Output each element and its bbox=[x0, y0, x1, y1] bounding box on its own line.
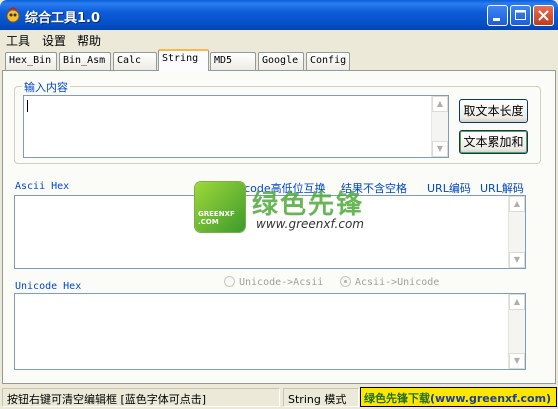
text-sum-button[interactable]: 文本累加和 bbox=[459, 130, 528, 154]
menu-bar: 工具 设置 帮助 bbox=[0, 30, 558, 48]
menu-settings[interactable]: 设置 bbox=[42, 32, 66, 49]
watermark-title: 绿色先锋 bbox=[252, 190, 365, 220]
window-title: 综合工具1.0 bbox=[25, 11, 101, 26]
input-scrollbar[interactable]: ▲ ▼ bbox=[431, 96, 448, 157]
unicode-scrollbar[interactable]: ▲ ▼ bbox=[508, 294, 525, 369]
unicode-hex-textarea[interactable]: ▲ ▼ bbox=[14, 293, 526, 370]
maximize-button[interactable] bbox=[510, 5, 531, 26]
tab-bin-asm[interactable]: Bin_Asm bbox=[59, 52, 111, 70]
tab-string[interactable]: String bbox=[158, 49, 209, 71]
scroll-up-icon[interactable]: ▲ bbox=[509, 294, 525, 310]
close-button[interactable] bbox=[533, 5, 554, 26]
menu-tools[interactable]: 工具 bbox=[6, 32, 30, 49]
scroll-down-icon[interactable]: ▼ bbox=[509, 353, 525, 369]
scroll-up-icon[interactable]: ▲ bbox=[509, 196, 525, 212]
scroll-down-icon[interactable]: ▼ bbox=[432, 141, 448, 157]
tab-hex-bin[interactable]: Hex_Bin bbox=[5, 52, 57, 70]
text-length-button[interactable]: 取文本长度 bbox=[459, 99, 528, 123]
watermark-url: www.greenxf.com bbox=[256, 217, 364, 231]
radio-unicode-to-ascii[interactable]: Unicode->Acsii bbox=[224, 276, 323, 288]
status-brand[interactable]: 绿色先锋下载(www.greenxf.com) bbox=[360, 387, 557, 407]
text-caret bbox=[27, 100, 28, 112]
logo-text: GREENXF bbox=[198, 210, 235, 218]
tab-google[interactable]: Google bbox=[258, 52, 304, 70]
ascii-scrollbar[interactable]: ▲ ▼ bbox=[508, 196, 525, 268]
input-group-label: 输入内容 bbox=[22, 79, 70, 95]
scroll-down-icon[interactable]: ▼ bbox=[509, 252, 525, 268]
minimize-icon bbox=[493, 18, 500, 21]
status-hint: 按钮右键可清空编辑框 [蓝色字体可点击] bbox=[2, 388, 280, 407]
radio-label: Unicode->Acsii bbox=[239, 277, 324, 288]
tab-config[interactable]: Config bbox=[306, 52, 350, 70]
unicode-hex-label: Unicode Hex bbox=[15, 281, 82, 292]
radio-label: Acsii->Unicode bbox=[355, 277, 440, 288]
radio-circle[interactable] bbox=[224, 276, 235, 287]
brand-name: 绿色先锋下载 bbox=[364, 392, 430, 405]
tab-calc[interactable]: Calc bbox=[113, 52, 157, 70]
status-mode: String 模式 bbox=[283, 388, 359, 407]
logo-text-sub: .COM bbox=[198, 218, 219, 226]
input-textarea[interactable]: ▲ ▼ bbox=[23, 95, 449, 158]
tab-md5[interactable]: MD5 bbox=[210, 52, 256, 70]
radio-ascii-to-unicode[interactable]: Acsii->Unicode bbox=[340, 276, 439, 288]
url-encode-link[interactable]: URL编码 bbox=[427, 180, 471, 196]
menu-help[interactable]: 帮助 bbox=[77, 32, 101, 49]
title-bar[interactable]: 综合工具1.0 bbox=[0, 0, 558, 30]
ascii-hex-label: Ascii Hex bbox=[15, 181, 70, 192]
maximize-icon bbox=[515, 10, 526, 20]
url-decode-link[interactable]: URL解码 bbox=[480, 180, 524, 196]
radio-circle[interactable] bbox=[340, 276, 351, 287]
minimize-button[interactable] bbox=[487, 5, 508, 26]
close-icon bbox=[538, 10, 549, 21]
brand-url: (www.greenxf.com) bbox=[430, 392, 552, 405]
app-icon bbox=[6, 7, 20, 23]
greenxf-logo: GREENXF .COM bbox=[195, 182, 245, 232]
scroll-up-icon[interactable]: ▲ bbox=[432, 96, 448, 112]
